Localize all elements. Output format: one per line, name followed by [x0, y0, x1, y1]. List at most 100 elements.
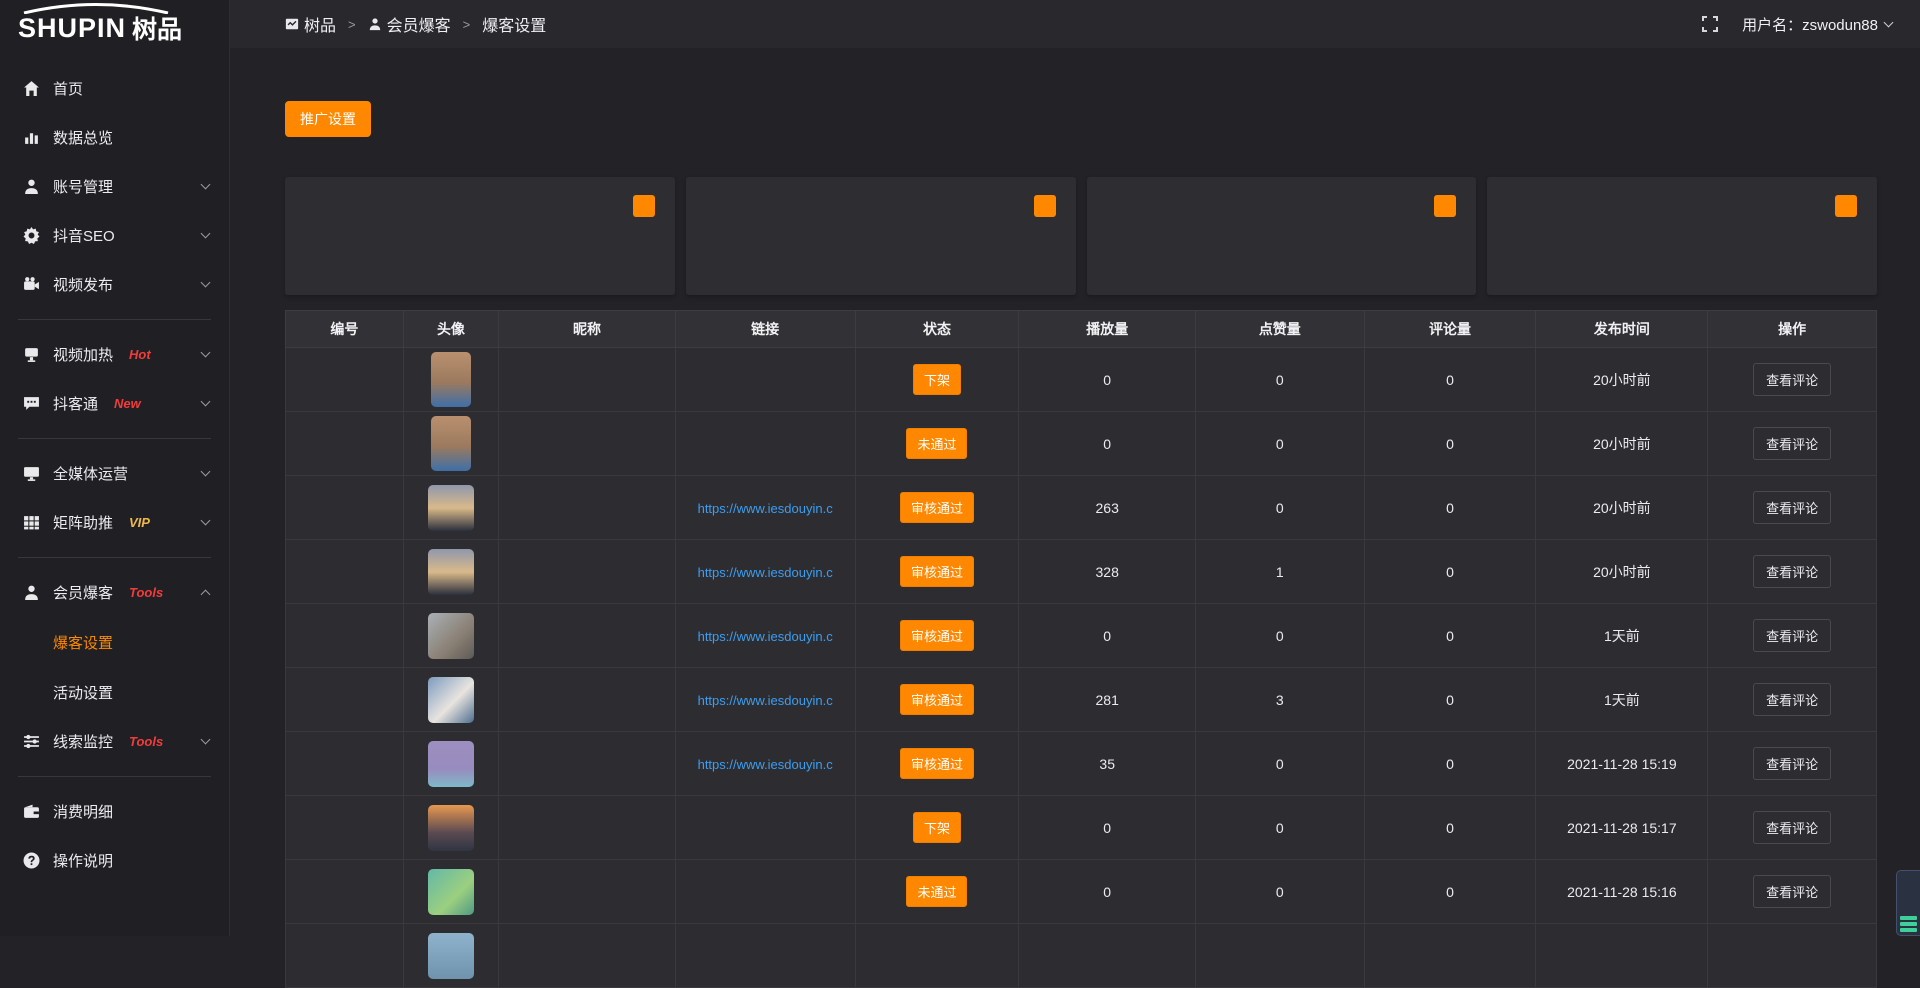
breadcrumb-item-会员爆客[interactable]: 会员爆客	[368, 12, 451, 36]
column-header-编号: 编号	[286, 311, 404, 348]
stat-card-播放数	[285, 177, 675, 295]
grid-icon	[22, 514, 40, 532]
stat-total-badge	[1034, 195, 1056, 217]
cell-link: https://www.iesdouyin.c	[675, 732, 855, 796]
sidebar-item-label: 首页	[53, 78, 83, 99]
sidebar-item-视频加热[interactable]: 视频加热Hot	[0, 330, 229, 379]
user-menu[interactable]: 用户名：zswodun88	[1742, 14, 1892, 35]
column-header-点赞量: 点赞量	[1196, 311, 1365, 348]
cell-plays: 328	[1019, 540, 1196, 604]
cell-avatar	[403, 412, 498, 476]
cell-number	[286, 476, 404, 540]
main-content: 推广设置 编号头像昵称链接状态播放量点赞量评论量发布时间操作下架00020小时前…	[230, 48, 1920, 988]
cell-avatar	[403, 732, 498, 796]
table-row	[286, 924, 1877, 988]
view-comments-button[interactable]: 查看评论	[1753, 875, 1831, 908]
cell-status: 审核通过	[855, 668, 1019, 732]
sidebar-item-label: 全媒体运营	[53, 463, 128, 484]
cell-avatar	[403, 604, 498, 668]
avatar	[428, 805, 474, 851]
breadcrumb-item-树品[interactable]: 树品	[285, 12, 336, 36]
sidebar-item-label: 操作说明	[53, 850, 113, 871]
sidebar-subitem-爆客设置[interactable]: 爆客设置	[0, 617, 229, 667]
cell-action: 查看评论	[1708, 796, 1877, 860]
cell-nickname	[499, 732, 676, 796]
cell-avatar	[403, 668, 498, 732]
cell-avatar	[403, 860, 498, 924]
view-comments-button[interactable]: 查看评论	[1753, 619, 1831, 652]
cell-time: 20小时前	[1536, 348, 1708, 412]
video-link[interactable]: https://www.iesdouyin.c	[698, 693, 833, 708]
floating-widget[interactable]	[1896, 870, 1920, 936]
sidebar-item-矩阵助推[interactable]: 矩阵助推VIP	[0, 498, 229, 547]
view-comments-button[interactable]: 查看评论	[1753, 747, 1831, 780]
cell-comments: 0	[1364, 860, 1536, 924]
promo-settings-button[interactable]: 推广设置	[285, 101, 371, 137]
status-badge[interactable]: 未通过	[906, 428, 967, 459]
cell-action: 查看评论	[1708, 348, 1877, 412]
sidebar-item-label: 抖客通	[53, 393, 98, 414]
sidebar-item-全媒体运营[interactable]: 全媒体运营	[0, 449, 229, 498]
chevron-down-icon	[201, 397, 211, 407]
avatar	[428, 933, 474, 979]
video-link[interactable]: https://www.iesdouyin.c	[698, 629, 833, 644]
cell-comments: 0	[1364, 732, 1536, 796]
sidebar-subitem-活动设置[interactable]: 活动设置	[0, 667, 229, 717]
breadcrumb-item-爆客设置[interactable]: 爆客设置	[482, 12, 546, 36]
video-link[interactable]: https://www.iesdouyin.c	[698, 565, 833, 580]
cell-nickname	[499, 860, 676, 924]
view-comments-button[interactable]: 查看评论	[1753, 555, 1831, 588]
sidebar-item-抖客通[interactable]: 抖客通New	[0, 379, 229, 428]
question-icon	[22, 852, 40, 870]
view-comments-button[interactable]: 查看评论	[1753, 811, 1831, 844]
cell-likes: 0	[1196, 796, 1365, 860]
widget-bar	[1900, 928, 1917, 932]
video-link[interactable]: https://www.iesdouyin.c	[698, 501, 833, 516]
cell-plays: 263	[1019, 476, 1196, 540]
cell-number	[286, 924, 404, 988]
cell-status: 下架	[855, 348, 1019, 412]
status-badge[interactable]: 下架	[913, 812, 961, 843]
view-comments-button[interactable]: 查看评论	[1753, 683, 1831, 716]
widget-bar	[1900, 916, 1917, 920]
home-icon	[22, 80, 40, 98]
fullscreen-icon[interactable]	[1702, 16, 1718, 32]
cell-action: 查看评论	[1708, 540, 1877, 604]
table-row: 下架0002021-11-28 15:17查看评论	[286, 796, 1877, 860]
cell-avatar	[403, 348, 498, 412]
sidebar-item-线索监控[interactable]: 线索监控Tools	[0, 717, 229, 766]
status-badge[interactable]: 审核通过	[900, 748, 974, 779]
sidebar-item-首页[interactable]: 首页	[0, 64, 229, 113]
sidebar-item-消费明细[interactable]: 消费明细	[0, 787, 229, 836]
view-comments-button[interactable]: 查看评论	[1753, 427, 1831, 460]
status-badge[interactable]: 审核通过	[900, 556, 974, 587]
video-link[interactable]: https://www.iesdouyin.c	[698, 757, 833, 772]
chevron-up-icon	[201, 590, 211, 600]
status-badge[interactable]: 审核通过	[900, 684, 974, 715]
sidebar-item-label: 消费明细	[53, 801, 113, 822]
sidebar-item-会员爆客[interactable]: 会员爆客Tools	[0, 568, 229, 617]
cell-status: 未通过	[855, 412, 1019, 476]
status-badge[interactable]: 审核通过	[900, 620, 974, 651]
cell-likes: 3	[1196, 668, 1365, 732]
cell-action	[1708, 924, 1877, 988]
status-badge[interactable]: 下架	[913, 364, 961, 395]
sidebar-item-抖音SEO[interactable]: 抖音SEO	[0, 211, 229, 260]
view-comments-button[interactable]: 查看评论	[1753, 491, 1831, 524]
app-logo[interactable]: SHUPIN 树品	[0, 0, 229, 48]
breadcrumb-label: 树品	[304, 12, 336, 36]
sidebar-item-视频发布[interactable]: 视频发布	[0, 260, 229, 309]
chevron-down-icon	[201, 467, 211, 477]
status-badge[interactable]: 未通过	[906, 876, 967, 907]
breadcrumb-label: 爆客设置	[482, 12, 546, 36]
cell-nickname	[499, 476, 676, 540]
sidebar-item-操作说明[interactable]: 操作说明	[0, 836, 229, 885]
cell-action: 查看评论	[1708, 604, 1877, 668]
sidebar-item-账号管理[interactable]: 账号管理	[0, 162, 229, 211]
status-badge[interactable]: 审核通过	[900, 492, 974, 523]
sidebar-item-数据总览[interactable]: 数据总览	[0, 113, 229, 162]
sidebar-divider	[18, 776, 211, 777]
logo-text-cn: 树品	[132, 10, 182, 46]
topbar: 树品>会员爆客>爆客设置 用户名：zswodun88	[230, 0, 1920, 48]
view-comments-button[interactable]: 查看评论	[1753, 363, 1831, 396]
